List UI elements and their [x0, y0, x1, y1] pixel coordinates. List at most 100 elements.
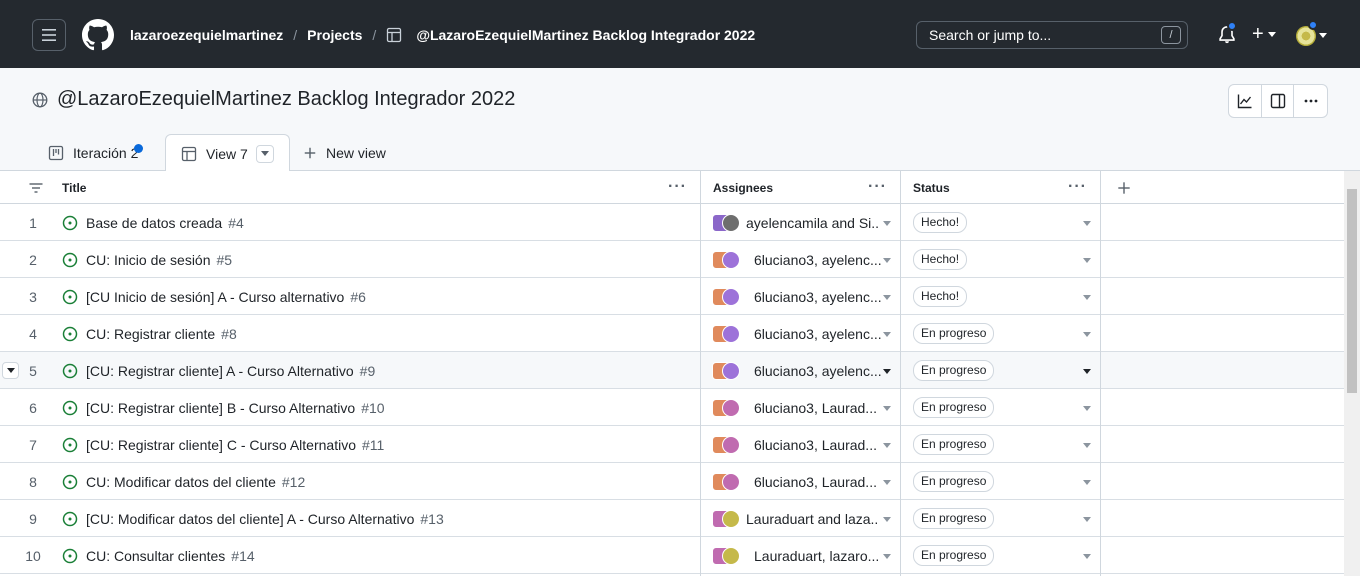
status-dropdown-icon[interactable] [1083, 221, 1091, 226]
assignees-cell[interactable]: 6luciano3, ayelenc... [712, 325, 886, 343]
status-dropdown-icon[interactable] [1083, 332, 1091, 337]
add-field-button[interactable] [1117, 171, 1131, 204]
assignees-cell[interactable]: Lauraduart, lazaro... [712, 547, 886, 565]
more-options-button[interactable] [1294, 85, 1327, 117]
tab-label: Iteración 2 [73, 144, 139, 161]
issue-title-link[interactable]: [CU: Modificar datos del cliente] A - Cu… [86, 511, 444, 527]
status-badge[interactable]: En progreso [913, 323, 995, 344]
assignees-dropdown-icon[interactable] [883, 258, 891, 263]
status-dropdown-icon[interactable] [1083, 517, 1091, 522]
user-avatar[interactable] [1296, 20, 1318, 46]
breadcrumb-user-link[interactable]: lazaroezequielmartinez [130, 27, 283, 43]
status-badge[interactable]: En progreso [913, 360, 995, 381]
new-view-button[interactable]: New view [303, 134, 386, 171]
assignees-dropdown-icon[interactable] [883, 295, 891, 300]
assignees-cell[interactable]: 6luciano3, ayelenc... [712, 251, 886, 269]
assignees-cell[interactable]: ayelencamila and Si... [712, 214, 878, 232]
table-row[interactable]: 6 [CU: Registrar cliente] B - Curso Alter… [0, 389, 1344, 426]
chevron-down-icon[interactable] [1319, 33, 1327, 38]
search-shortcut-key: / [1161, 26, 1181, 44]
column-divider [1100, 171, 1101, 576]
issue-title-link[interactable]: [CU: Registrar cliente] A - Curso Altern… [86, 363, 375, 379]
table-row[interactable]: 7 [CU: Registrar cliente] C - Curso Alter… [0, 426, 1344, 463]
table-row[interactable]: 2 CU: Inicio de sesión #5 6luciano3, ayelen… [0, 241, 1344, 278]
table-row[interactable]: 5 [CU: Registrar cliente] A - Curso Alter… [0, 352, 1344, 389]
filter-button[interactable] [28, 171, 44, 204]
status-column-menu-button[interactable]: ··· [1068, 178, 1087, 196]
title-column-menu-button[interactable]: ··· [668, 178, 687, 196]
column-header-assignees[interactable]: Assignees [713, 171, 773, 204]
status-badge[interactable]: Hecho! [913, 286, 968, 307]
status-badge[interactable]: En progreso [913, 397, 995, 418]
assignees-cell[interactable]: 6luciano3, Laurad... [712, 473, 886, 491]
table-row[interactable]: 4 CU: Registrar cliente #8 6luciano3, ayele… [0, 315, 1344, 352]
assignees-dropdown-icon[interactable] [883, 443, 891, 448]
status-dropdown-icon[interactable] [1083, 295, 1091, 300]
assignees-cell[interactable]: 6luciano3, Laurad... [712, 399, 886, 417]
status-dropdown-icon[interactable] [1083, 369, 1091, 374]
assignees-dropdown-icon[interactable] [883, 332, 891, 337]
insights-button[interactable] [1229, 85, 1262, 117]
status-badge[interactable]: En progreso [913, 434, 995, 455]
search-input[interactable]: Search or jump to... / [916, 21, 1188, 49]
assignees-cell[interactable]: 6luciano3, Laurad... [712, 436, 886, 454]
issue-title-link[interactable]: CU: Modificar datos del cliente #12 [86, 474, 305, 490]
assignees-names: 6luciano3, Laurad... [754, 474, 877, 490]
tab-view-7[interactable]: View 7 [165, 134, 290, 172]
table-row[interactable]: 1 Base de datos creada #4 ayelencamila and … [0, 204, 1344, 241]
breadcrumb: lazaroezequielmartinez / Projects / @Laz… [130, 25, 755, 45]
status-dropdown-icon[interactable] [1083, 406, 1091, 411]
issue-title-link[interactable]: CU: Consultar clientes #14 [86, 548, 255, 564]
issue-title: CU: Registrar cliente [86, 326, 216, 342]
tab-iteracion-2[interactable]: Iteración 2 [48, 134, 143, 171]
vertical-scrollbar[interactable] [1344, 171, 1360, 576]
table-row[interactable]: 8 CU: Modificar datos del cliente #12 6luci… [0, 463, 1344, 500]
avatar [722, 288, 740, 306]
view-options-dropdown[interactable] [255, 144, 274, 163]
column-header-status[interactable]: Status [913, 171, 950, 204]
issue-title-link[interactable]: Base de datos creada #4 [86, 215, 244, 231]
assignees-names: 6luciano3, ayelenc... [754, 326, 882, 342]
issue-title-link[interactable]: [CU: Registrar cliente] B - Curso Altern… [86, 400, 385, 416]
table-row[interactable]: 10 CU: Consultar clientes #14 Lauraduart, l… [0, 537, 1344, 574]
status-badge[interactable]: En progreso [913, 508, 995, 529]
issue-title-link[interactable]: [CU: Registrar cliente] C - Curso Altern… [86, 437, 384, 453]
status-dropdown-icon[interactable] [1083, 480, 1091, 485]
assignees-dropdown-icon[interactable] [883, 517, 891, 522]
column-header-title[interactable]: Title [62, 171, 86, 204]
assignees-cell[interactable]: 6luciano3, ayelenc... [712, 288, 886, 306]
status-dropdown-icon[interactable] [1083, 554, 1091, 559]
assignees-dropdown-icon[interactable] [883, 480, 891, 485]
github-logo-icon[interactable] [82, 19, 114, 51]
view-tabs: Iteración 2 View 7 New view [0, 134, 1360, 172]
issue-title-link[interactable]: CU: Inicio de sesión #5 [86, 252, 232, 268]
create-new-button[interactable]: + [1252, 24, 1276, 44]
assignees-dropdown-icon[interactable] [883, 221, 891, 226]
issue-title-link[interactable]: [CU Inicio de sesión] A - Curso alternat… [86, 289, 366, 305]
status-badge[interactable]: En progreso [913, 545, 995, 566]
breadcrumb-project-link[interactable]: @LazaroEzequielMartinez Backlog Integrad… [416, 27, 755, 43]
assignees-names: Lauraduart, lazaro... [754, 548, 880, 564]
scrollbar-thumb[interactable] [1347, 189, 1357, 393]
table-row[interactable]: 9 [CU: Modificar datos del cliente] A - C… [0, 500, 1344, 537]
issue-title-link[interactable]: CU: Registrar cliente #8 [86, 326, 237, 342]
assignees-cell[interactable]: 6luciano3, ayelenc... [712, 362, 886, 380]
notifications-button[interactable] [1217, 21, 1237, 45]
assignees-dropdown-icon[interactable] [883, 554, 891, 559]
breadcrumb-projects-link[interactable]: Projects [307, 27, 362, 43]
assignees-dropdown-icon[interactable] [883, 369, 891, 374]
avatar-status-dot [1308, 20, 1318, 30]
assignees-dropdown-icon[interactable] [883, 406, 891, 411]
table-row[interactable]: 3 [CU Inicio de sesión] A - Curso alterna… [0, 278, 1344, 315]
plus-icon [303, 146, 317, 160]
row-expand-button[interactable] [2, 362, 19, 379]
status-dropdown-icon[interactable] [1083, 443, 1091, 448]
toggle-sidebar-button[interactable] [1262, 85, 1295, 117]
assignees-cell[interactable]: Lauraduart and laza... [712, 510, 878, 528]
status-badge[interactable]: Hecho! [913, 249, 968, 270]
status-badge[interactable]: En progreso [913, 471, 995, 492]
status-dropdown-icon[interactable] [1083, 258, 1091, 263]
status-badge[interactable]: Hecho! [913, 212, 968, 233]
hamburger-menu-button[interactable] [32, 19, 66, 51]
assignees-column-menu-button[interactable]: ··· [868, 178, 887, 196]
